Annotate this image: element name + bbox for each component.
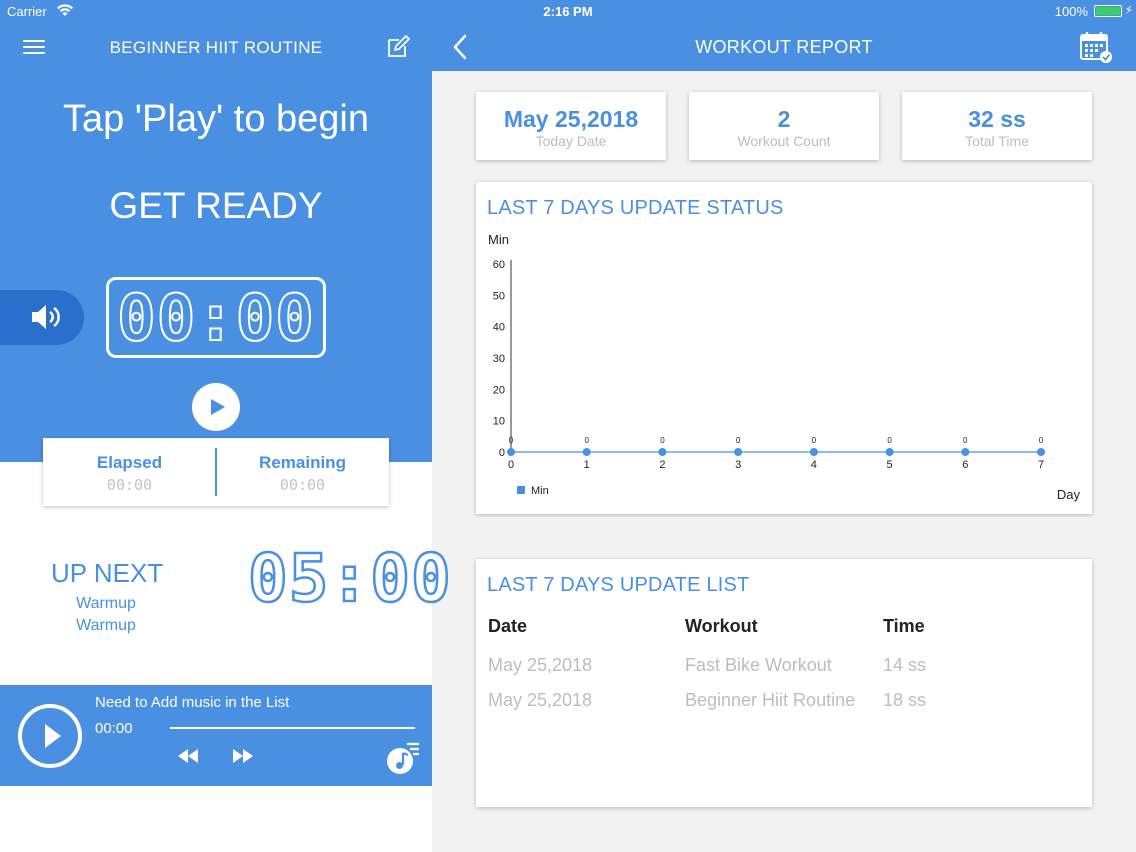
play-icon xyxy=(45,724,61,748)
data-label: 0 xyxy=(509,436,514,445)
x-tick-label: 3 xyxy=(735,459,741,471)
elapsed-remaining-card: Elapsed 00:00 Remaining 00:00 xyxy=(43,438,389,506)
row-workout: Fast Bike Workout xyxy=(685,655,832,675)
legend-label: Min xyxy=(531,485,549,497)
fast-forward-icon[interactable] xyxy=(232,748,254,764)
row-time: 18 ss xyxy=(883,690,927,710)
row-time: 14 ss xyxy=(883,655,927,675)
remaining-label: Remaining xyxy=(259,453,346,472)
battery-percent: 100% xyxy=(1054,4,1088,19)
y-tick-label: 20 xyxy=(493,384,505,396)
data-label: 0 xyxy=(812,436,817,445)
row-workout: Beginner Hiit Routine xyxy=(685,690,856,710)
play-icon xyxy=(211,399,225,415)
data-point xyxy=(1037,448,1045,456)
column-header-date: Date xyxy=(488,616,528,636)
x-axis-label: Day xyxy=(1057,487,1081,502)
timer-panel: BEGINNER HIIT ROUTINE Tap 'Play' to begi… xyxy=(0,22,452,852)
total-time-card: 32 ss Total Time xyxy=(902,92,1092,160)
remaining-section: Remaining 00:00 xyxy=(216,438,389,506)
x-tick-label: 0 xyxy=(508,459,514,471)
main-timer: 00:00 xyxy=(116,281,315,357)
up-next-timer: 05:00 xyxy=(247,539,452,619)
edit-icon[interactable] xyxy=(386,35,410,59)
row-date: May 25,2018 xyxy=(488,690,593,710)
charging-icon: ⚡ xyxy=(1124,3,1133,17)
data-label: 0 xyxy=(736,436,741,445)
up-next-label: UP NEXT xyxy=(51,558,164,588)
speaker-icon xyxy=(32,305,60,329)
up-next-item: Warmup xyxy=(76,617,136,634)
data-point xyxy=(885,448,894,456)
elapsed-value: 00:00 xyxy=(106,476,153,494)
workout-count-label: Workout Count xyxy=(737,133,831,149)
update-list-card: LAST 7 DAYS UPDATE LIST Date Workout Tim… xyxy=(476,559,1092,807)
data-point xyxy=(809,448,818,456)
status-time: 2:16 PM xyxy=(543,4,593,19)
list-title: LAST 7 DAYS UPDATE LIST xyxy=(487,574,750,596)
x-tick-label: 5 xyxy=(887,459,893,471)
column-header-workout: Workout xyxy=(685,616,758,636)
data-label: 0 xyxy=(660,436,665,445)
data-point xyxy=(507,448,515,456)
workout-count-card: 2 Workout Count xyxy=(689,92,879,160)
up-next-item: Warmup xyxy=(76,595,136,612)
playlist-icon[interactable] xyxy=(386,741,420,775)
x-tick-label: 1 xyxy=(584,459,590,471)
total-time-label: Total Time xyxy=(965,133,1029,149)
x-tick-label: 7 xyxy=(1038,459,1044,471)
workout-count-value: 2 xyxy=(777,106,791,132)
today-date-value: May 25,2018 xyxy=(503,106,639,132)
y-tick-label: 10 xyxy=(493,416,505,428)
data-label: 0 xyxy=(887,436,892,445)
music-player: Need to Add music in the List 00:00 xyxy=(0,685,432,786)
phase-label: GET READY xyxy=(109,185,323,226)
data-point xyxy=(961,448,970,456)
play-button[interactable] xyxy=(192,383,240,431)
music-progress-slider[interactable] xyxy=(170,727,415,729)
today-date-card: May 25,2018 Today Date xyxy=(476,92,666,160)
y-tick-label: 30 xyxy=(493,353,505,365)
battery-icon xyxy=(1094,5,1122,17)
song-title: Need to Add music in the List xyxy=(95,694,290,711)
instruction-text: Tap 'Play' to begin xyxy=(62,98,370,140)
y-tick-label: 50 xyxy=(493,290,505,302)
column-header-time: Time xyxy=(883,616,925,636)
calendar-icon[interactable] xyxy=(1079,30,1113,64)
y-tick-label: 40 xyxy=(493,322,505,334)
x-tick-label: 2 xyxy=(659,459,665,471)
data-label: 0 xyxy=(584,436,589,445)
report-title: WORKOUT REPORT xyxy=(695,37,873,57)
y-axis-label: Min xyxy=(488,232,509,247)
rewind-icon[interactable] xyxy=(177,748,199,764)
status-line-chart: MinDay01020304050600001020304050607Min xyxy=(488,232,1081,502)
elapsed-label: Elapsed xyxy=(96,453,163,472)
status-bar: Carrier 2:16 PM 100% ⚡ xyxy=(0,0,1136,22)
y-tick-label: 60 xyxy=(493,259,505,271)
music-play-button[interactable] xyxy=(18,704,82,768)
routine-title: BEGINNER HIIT ROUTINE xyxy=(109,38,323,57)
row-date: May 25,2018 xyxy=(488,655,593,675)
data-point xyxy=(658,448,667,456)
report-header: WORKOUT REPORT xyxy=(432,22,1136,71)
song-time: 00:00 xyxy=(95,720,133,737)
remaining-value: 00:00 xyxy=(279,476,326,494)
data-point xyxy=(582,448,591,456)
total-time-value: 32 ss xyxy=(968,106,1026,132)
data-point xyxy=(734,448,743,456)
data-label: 0 xyxy=(1039,436,1044,445)
x-tick-label: 6 xyxy=(962,459,968,471)
x-tick-label: 4 xyxy=(811,459,817,471)
main-timer-display: 00:00 xyxy=(106,277,326,358)
legend-swatch xyxy=(517,486,525,494)
sound-toggle-button[interactable] xyxy=(0,290,84,345)
y-tick-label: 0 xyxy=(499,447,505,459)
data-label: 0 xyxy=(963,436,968,445)
elapsed-section: Elapsed 00:00 xyxy=(43,438,216,506)
status-chart-card: LAST 7 DAYS UPDATE STATUS Min Day 0 10 20 30 4… xyxy=(476,182,1092,514)
today-date-label: Today Date xyxy=(535,133,607,149)
